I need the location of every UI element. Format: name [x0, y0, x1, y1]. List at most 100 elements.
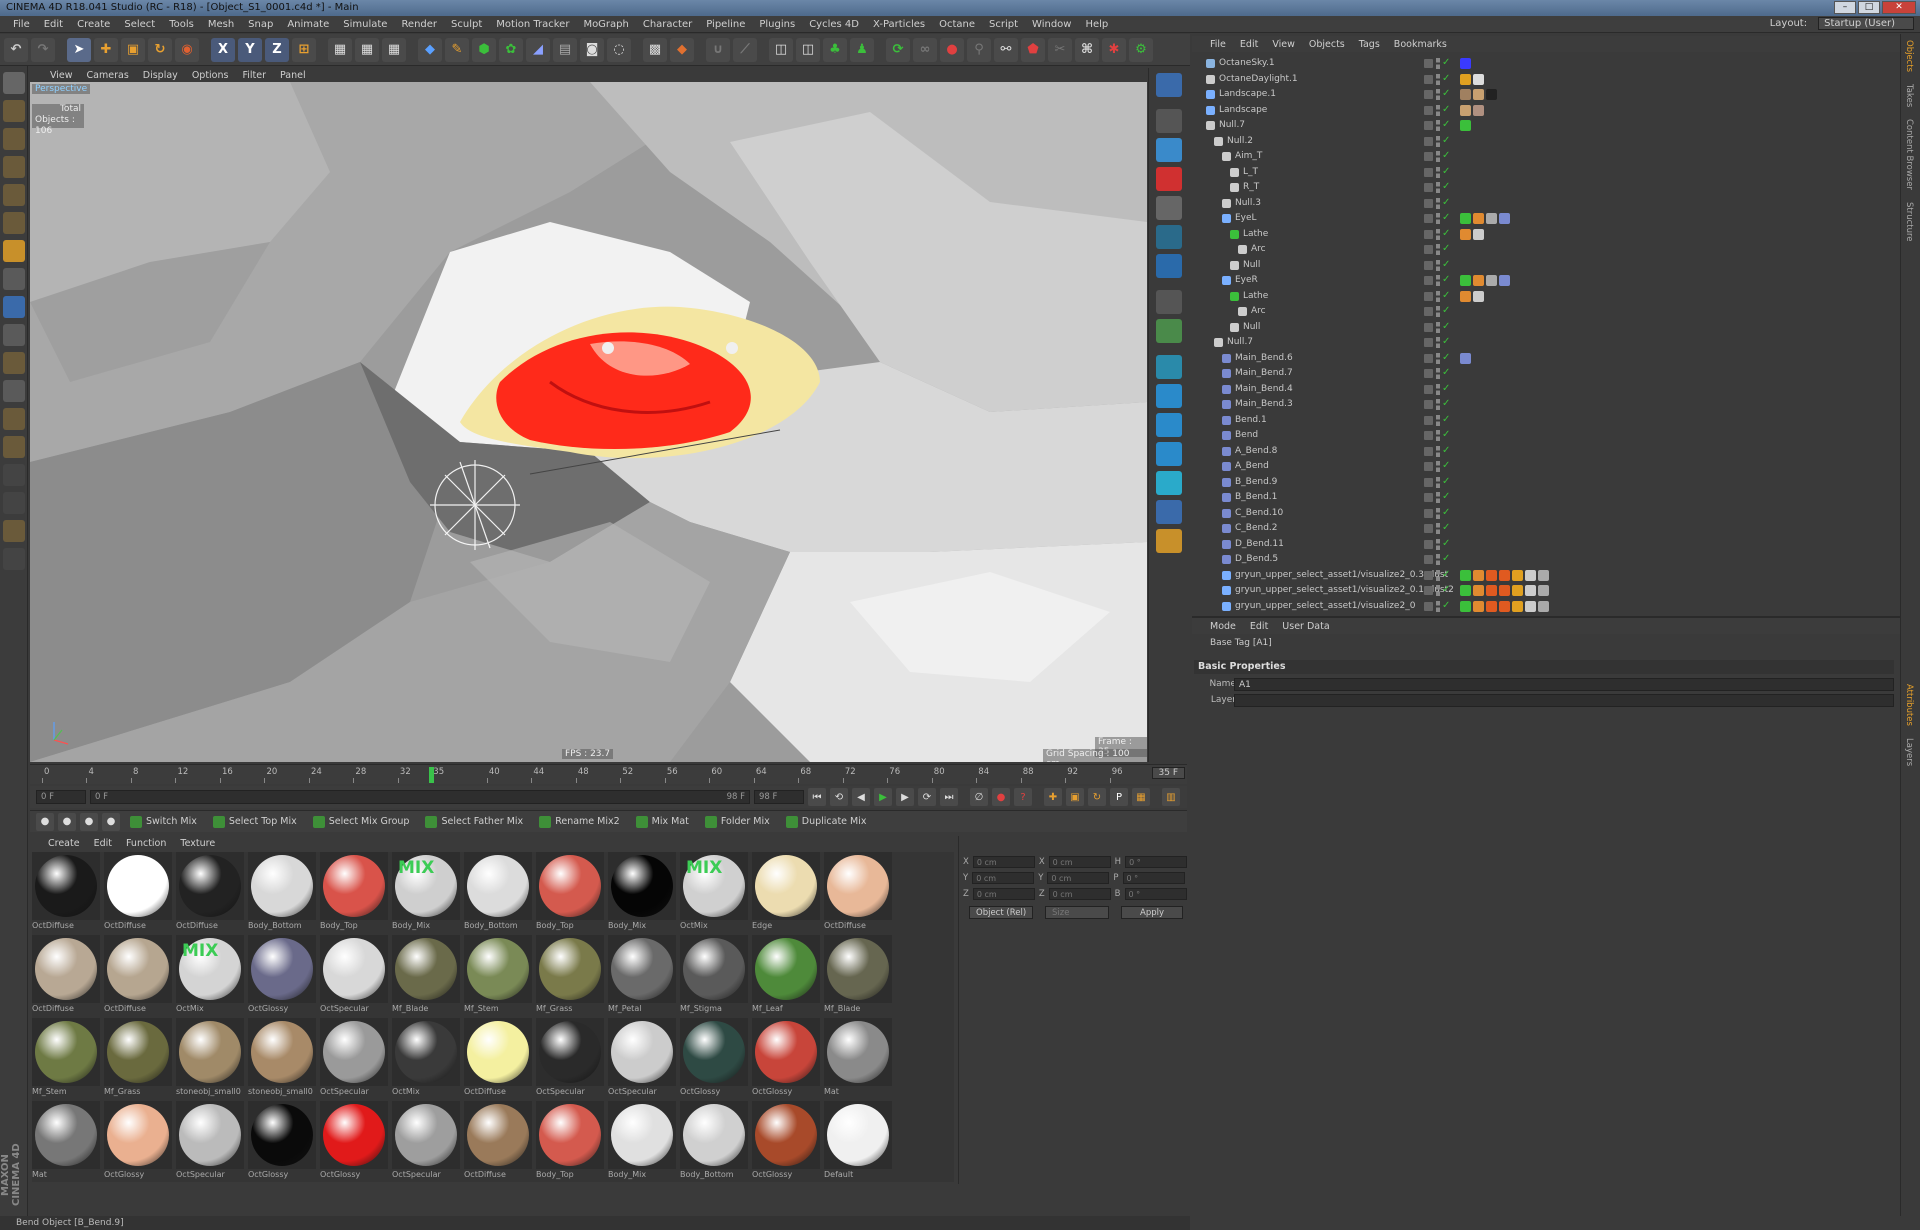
size-z-field[interactable]: 0 cm	[1048, 888, 1111, 900]
enabled-check-icon[interactable]: ✓	[1442, 553, 1450, 564]
menu-simulate[interactable]: Simulate	[336, 19, 394, 30]
object-name[interactable]: R_T	[1243, 182, 1259, 192]
x-axis-icon[interactable]: X	[211, 37, 235, 62]
visibility-dots-icon[interactable]	[1436, 259, 1440, 271]
tag-icon[interactable]	[1460, 73, 1471, 85]
loop-icon[interactable]: ⟲	[830, 788, 848, 806]
rotate-icon[interactable]: ↻	[148, 37, 172, 62]
material-swatch[interactable]: Mf_Grass	[104, 1018, 172, 1098]
object-row[interactable]: Bend.1 ✓	[1192, 413, 1892, 429]
layer-swatch-icon[interactable]	[1424, 245, 1433, 254]
next-frame-icon[interactable]: ▶	[896, 788, 914, 806]
layer-swatch-icon[interactable]	[1424, 214, 1433, 223]
mix-tool-1-icon[interactable]: ●	[36, 812, 54, 831]
object-name[interactable]: EyeR	[1235, 275, 1258, 285]
material-swatch[interactable]: Mf_Petal	[608, 935, 676, 1015]
object-row[interactable]: Landscape ✓	[1192, 103, 1892, 119]
layer-swatch-icon[interactable]	[1424, 555, 1433, 564]
material-swatch[interactable]: Body_Top	[536, 852, 604, 932]
visibility-dots-icon[interactable]	[1436, 120, 1440, 131]
snap-icon[interactable]	[3, 324, 25, 346]
plant-icon[interactable]: ♣	[823, 37, 847, 62]
layer-swatch-icon[interactable]	[1424, 307, 1433, 316]
menu-animate[interactable]: Animate	[280, 19, 336, 30]
magnet-icon[interactable]: ∪	[706, 37, 730, 62]
enabled-check-icon[interactable]: ✓	[1442, 538, 1450, 549]
tag-icon[interactable]	[1538, 600, 1549, 612]
tab-objects[interactable]: Objects	[1901, 34, 1917, 78]
key-pla-icon[interactable]: ▦	[1132, 788, 1150, 806]
octane-layer1-icon[interactable]	[1156, 384, 1182, 408]
object-name[interactable]: Null	[1243, 322, 1260, 332]
object-name[interactable]: Aim_T	[1235, 151, 1262, 161]
move-icon[interactable]: ✚	[94, 37, 118, 62]
timeline-playhead[interactable]	[429, 767, 435, 783]
enabled-check-icon[interactable]: ✓	[1442, 429, 1450, 440]
enabled-check-icon[interactable]: ✓	[1442, 119, 1450, 130]
enabled-check-icon[interactable]: ✓	[1442, 150, 1450, 161]
enabled-check-icon[interactable]: ✓	[1442, 104, 1450, 115]
tag-icon[interactable]	[1460, 89, 1471, 100]
object-name[interactable]: Arc	[1251, 306, 1266, 316]
object-name[interactable]: Arc	[1251, 244, 1266, 254]
material-swatch[interactable]: Mf_Grass	[536, 935, 604, 1015]
camera-label[interactable]: Perspective	[32, 84, 91, 94]
menu-create[interactable]: Create	[70, 19, 117, 30]
octane-layer4-icon[interactable]	[1156, 471, 1182, 495]
visibility-dots-icon[interactable]	[1436, 476, 1440, 488]
viewport-menu-panel[interactable]: Panel	[280, 70, 306, 81]
menu-character[interactable]: Character	[636, 19, 699, 30]
visibility-dots-icon[interactable]	[1436, 538, 1440, 550]
menu-octane[interactable]: Octane	[932, 19, 982, 30]
material-swatch[interactable]: Mf_Leaf	[752, 935, 820, 1015]
enabled-check-icon[interactable]: ✓	[1442, 197, 1450, 208]
material-swatch[interactable]: OctDiffuse	[32, 852, 100, 932]
render-settings-icon[interactable]: ▦	[382, 37, 406, 62]
enabled-check-icon[interactable]: ✓	[1442, 569, 1450, 580]
layer-swatch-icon[interactable]	[1424, 570, 1433, 580]
layer-swatch-icon[interactable]	[1424, 152, 1433, 161]
visibility-dots-icon[interactable]	[1436, 197, 1440, 209]
object-row[interactable]: R_T ✓	[1192, 180, 1892, 196]
object-row[interactable]: Null.7 ✓	[1192, 118, 1892, 134]
tag-icon[interactable]	[1460, 58, 1471, 69]
object-name[interactable]: Null.3	[1235, 198, 1261, 208]
layer-swatch-icon[interactable]	[1424, 338, 1433, 347]
menu-help[interactable]: Help	[1078, 19, 1115, 30]
viewport-menu-display[interactable]: Display	[143, 70, 178, 81]
octane-settings-gear-icon[interactable]	[1156, 109, 1182, 133]
workplane-lock-icon[interactable]	[3, 408, 25, 430]
octane-layer3-icon[interactable]	[1156, 442, 1182, 466]
figure-icon[interactable]: ♟	[850, 37, 874, 62]
visibility-dots-icon[interactable]	[1436, 585, 1440, 596]
range-slider[interactable]: 0 F 98 F	[90, 790, 750, 804]
object-name[interactable]: gryun_upper_select_asset1/visualize2_0.3…	[1235, 570, 1448, 580]
enabled-check-icon[interactable]: ✓	[1442, 445, 1450, 456]
tag-icon[interactable]	[1460, 120, 1471, 131]
menu-snap[interactable]: Snap	[241, 19, 280, 30]
tag-icon[interactable]	[1473, 569, 1484, 581]
menu-edit[interactable]: Edit	[37, 19, 70, 30]
deformer-icon[interactable]: ◢	[526, 37, 550, 62]
layer-swatch-icon[interactable]	[1424, 291, 1433, 301]
pose-icon[interactable]: ⚲	[967, 37, 991, 62]
visibility-dots-icon[interactable]	[1436, 445, 1440, 457]
enabled-check-icon[interactable]: ✓	[1442, 352, 1450, 363]
tag-icon[interactable]	[1473, 275, 1484, 286]
material-swatch[interactable]: Mf_Stem	[464, 935, 532, 1015]
switch-mix-button[interactable]: Switch Mix	[124, 815, 203, 828]
layer-field[interactable]	[1234, 694, 1894, 707]
object-name[interactable]: Bend.1	[1235, 415, 1267, 425]
object-row[interactable]: Lathe ✓	[1192, 227, 1892, 243]
position-x-field[interactable]: 0 cm	[972, 856, 1035, 868]
tag-icon[interactable]	[1538, 585, 1549, 596]
apply-button[interactable]: Apply	[1121, 906, 1183, 919]
object-row[interactable]: A_Bend.8 ✓	[1192, 444, 1892, 460]
tag-icon[interactable]	[1460, 585, 1471, 596]
mix-tool-2-icon[interactable]: ●	[58, 812, 76, 831]
edges-mode-icon[interactable]	[3, 212, 25, 234]
layer-swatch-icon[interactable]	[1424, 183, 1433, 192]
layout-select[interactable]: Startup (User)	[1818, 17, 1914, 30]
object-row[interactable]: Lathe ✓	[1192, 289, 1892, 305]
brush-icon[interactable]: ⟋	[733, 37, 757, 62]
